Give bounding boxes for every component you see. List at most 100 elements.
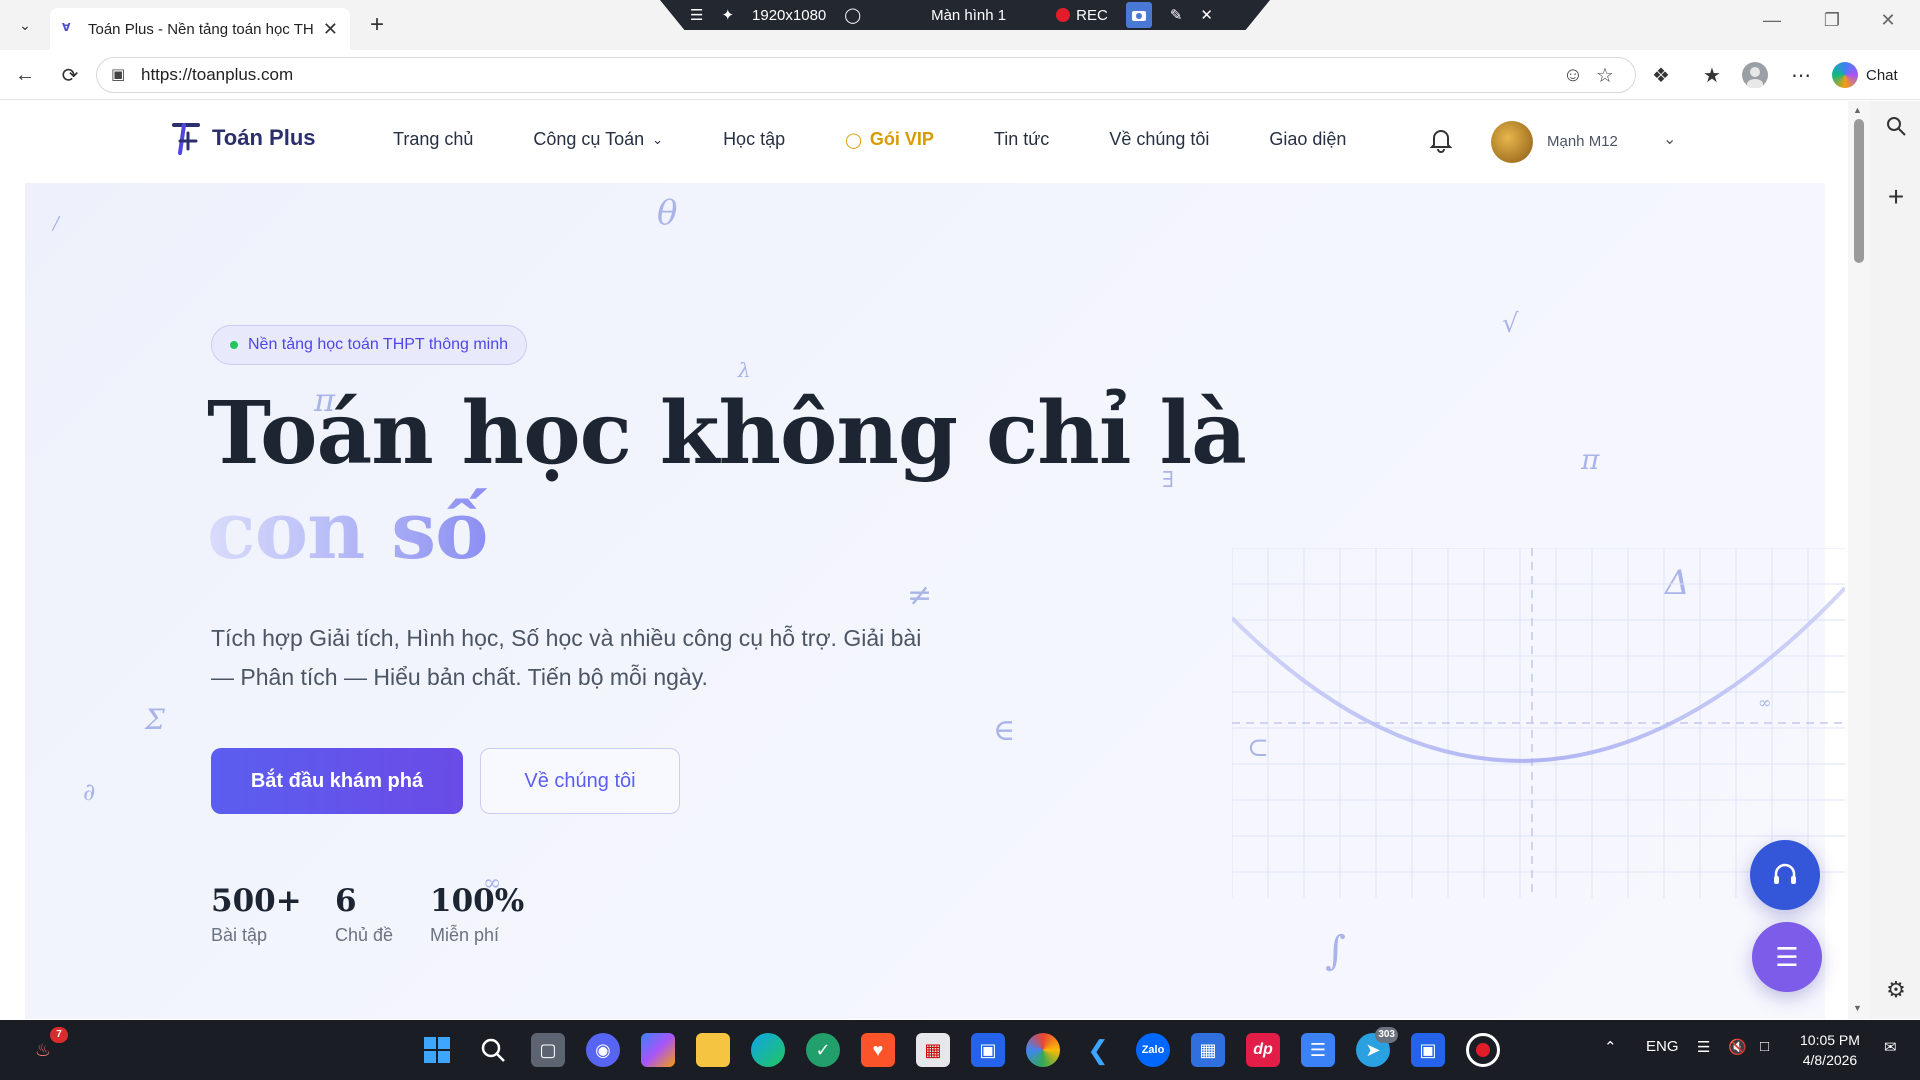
browser-tab-active[interactable]: ∀ Toán Plus - Nền tảng toán học THPT ✕	[50, 8, 350, 50]
new-tab-icon[interactable]: +	[362, 12, 392, 38]
start-windows-icon[interactable]	[420, 1033, 454, 1067]
user-name[interactable]: Mạnh M12	[1547, 133, 1618, 150]
notepad-icon[interactable]: ☰	[1301, 1033, 1335, 1067]
pi-symbol-icon: π	[1581, 443, 1600, 476]
clock-time: 10:05 PM	[1800, 1032, 1860, 1048]
task-view-icon[interactable]: ▢	[531, 1033, 565, 1067]
menu-item-home[interactable]: Trang chủ	[393, 129, 473, 150]
scroll-up-icon[interactable]: ▲	[1853, 105, 1862, 115]
pen-icon[interactable]: ✎	[1170, 6, 1183, 24]
scroll-thumb[interactable]	[1854, 119, 1864, 263]
menu-item-learn[interactable]: Học tập	[723, 129, 785, 150]
main-menu: Trang chủ Công cụ Toán ⌄ Học tập ◯ Gói V…	[393, 129, 1406, 150]
sigma-symbol-icon: Σ	[145, 703, 165, 736]
tab-close-icon[interactable]: ✕	[323, 19, 338, 40]
dashboard-app-icon[interactable]: ▦	[1191, 1033, 1225, 1067]
status-dot-icon	[230, 341, 238, 349]
record-label: REC	[1076, 6, 1108, 24]
menu-item-news[interactable]: Tin tức	[994, 129, 1049, 150]
browser-tab-strip: ⌄ ∀ Toán Plus - Nền tảng toán học THPT ✕…	[0, 0, 1920, 50]
logo-mark-icon	[172, 123, 200, 155]
tab-title: Toán Plus - Nền tảng toán học THPT	[88, 20, 313, 38]
minimize-icon[interactable]: —	[1752, 10, 1792, 31]
restore-icon[interactable]: ❐	[1812, 10, 1852, 31]
bell-icon[interactable]	[1428, 127, 1456, 155]
search-icon[interactable]	[476, 1033, 510, 1067]
scroll-down-icon[interactable]: ▼	[1853, 1003, 1862, 1013]
remote-desktop-icon[interactable]: ▣	[971, 1033, 1005, 1067]
recorder-menu-icon[interactable]: ☰	[690, 6, 703, 24]
profile-icon[interactable]	[1740, 60, 1770, 90]
copilot-icon	[1832, 62, 1858, 88]
menu-item-theme[interactable]: Giao diện	[1269, 129, 1346, 150]
file-explorer-icon[interactable]	[696, 1033, 730, 1067]
edge-browser-icon[interactable]	[751, 1033, 785, 1067]
hero-badge-text: Nền tảng học toán THPT thông minh	[248, 336, 509, 353]
add-sidebar-app-icon[interactable]: +	[1882, 181, 1910, 212]
favorite-star-icon[interactable]: ☆	[1589, 59, 1621, 91]
record-button[interactable]: REC	[1056, 7, 1108, 24]
chrome-icon[interactable]	[1026, 1033, 1060, 1067]
menu-item-tools-label: Công cụ Toán	[533, 129, 645, 149]
reload-icon[interactable]: ⟳	[55, 60, 85, 90]
user-avatar[interactable]	[1491, 121, 1533, 163]
support-headset-button[interactable]	[1750, 840, 1820, 910]
geogebra-icon[interactable]: ✓	[806, 1033, 840, 1067]
pin-icon[interactable]: ✦	[721, 6, 734, 24]
gear-icon[interactable]: ⚙	[1882, 977, 1910, 1005]
tray-overflow-chevron-icon[interactable]: ⌃	[1604, 1038, 1617, 1056]
hero-title-line2: con số	[207, 483, 488, 577]
address-bar[interactable]: ▣ https://toanplus.com ☺ ☆	[96, 57, 1636, 93]
read-aloud-icon[interactable]: ☺	[1557, 59, 1589, 91]
recorder-close-icon[interactable]: ✕	[1200, 6, 1213, 24]
menu-item-about[interactable]: Về chúng tôi	[1109, 129, 1209, 150]
recorder-app-icon[interactable]	[1466, 1033, 1500, 1067]
partial-symbol-icon: ∂	[83, 778, 96, 806]
discord-icon[interactable]: ◉	[586, 1033, 620, 1067]
wifi-icon[interactable]: ☰	[1697, 1038, 1710, 1056]
recorder-screen-label: Màn hình 1	[931, 6, 1007, 24]
favorites-icon[interactable]: ★	[1697, 60, 1727, 90]
user-menu-chevron-icon[interactable]: ⌄	[1663, 129, 1676, 149]
search-icon[interactable]	[1882, 115, 1910, 143]
weather-widget-icon[interactable]: ♨ 7	[26, 1027, 68, 1067]
battery-icon[interactable]: □	[1760, 1038, 1769, 1055]
copilot-app-icon[interactable]	[641, 1033, 675, 1067]
back-icon[interactable]: ←	[10, 60, 40, 90]
hero-badge: Nền tảng học toán THPT thông minh	[211, 325, 528, 365]
zalo-icon[interactable]: Zalo	[1136, 1033, 1170, 1067]
url-text[interactable]: https://toanplus.com	[141, 65, 1557, 85]
system-clock[interactable]: 10:05 PM 4/8/2026	[1800, 1030, 1860, 1070]
notification-center-icon[interactable]: ✉	[1884, 1038, 1897, 1056]
extensions-icon[interactable]: ❖	[1646, 60, 1676, 90]
drop-icon[interactable]: ◯	[844, 6, 861, 24]
stat-free: 100% Miễn phí	[430, 883, 524, 946]
language-indicator[interactable]: ENG	[1646, 1038, 1679, 1055]
telegram-icon[interactable]: ➤ 303	[1356, 1027, 1398, 1067]
menu-item-tools[interactable]: Công cụ Toán ⌄	[533, 129, 663, 150]
camera-icon[interactable]	[1125, 2, 1152, 28]
integral-symbol-icon: ∫	[1325, 928, 1346, 974]
theta-symbol-icon: θ	[657, 193, 678, 233]
site-info-icon[interactable]: ▣	[111, 65, 131, 85]
dp-app-icon[interactable]: dp	[1246, 1033, 1280, 1067]
window-close-icon[interactable]: ✕	[1868, 10, 1908, 31]
parabola-graph	[1232, 548, 1845, 898]
shield-icon: ◯	[845, 131, 862, 149]
calendar-app-icon[interactable]: ▦	[916, 1033, 950, 1067]
stat-label: Chủ đề	[335, 925, 394, 945]
menu-item-vip[interactable]: ◯ Gói VIP	[845, 129, 934, 150]
brave-browser-icon[interactable]: ♥	[861, 1033, 895, 1067]
site-logo[interactable]: Toán Plus	[168, 119, 316, 157]
start-explore-button[interactable]: Bắt đầu khám phá	[211, 748, 463, 814]
copilot-chat-button[interactable]: Chat	[1832, 59, 1898, 91]
tab-list-chevron-icon[interactable]: ⌄	[10, 12, 40, 38]
screen-tool-icon[interactable]: ▣	[1411, 1033, 1445, 1067]
vscode-icon[interactable]: ❮	[1081, 1033, 1115, 1067]
page-scrollbar[interactable]: ▲ ▼	[1848, 101, 1870, 1019]
browser-toolbar: ← ⟳ ▣ https://toanplus.com ☺ ☆ ❖ ★ ⋯ Cha…	[0, 50, 1920, 100]
about-us-button[interactable]: Về chúng tôi	[480, 748, 680, 814]
floating-menu-button[interactable]: ☰	[1752, 922, 1822, 992]
more-menu-icon[interactable]: ⋯	[1786, 60, 1816, 90]
speaker-muted-icon[interactable]: 🔇	[1728, 1038, 1747, 1056]
